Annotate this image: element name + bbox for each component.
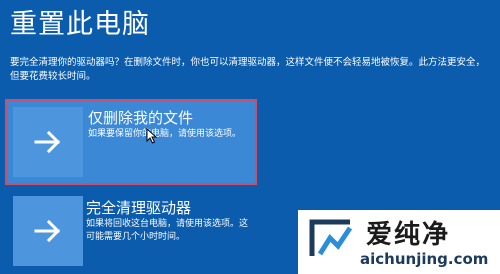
page-title: 重置此电脑 <box>10 9 150 40</box>
option-remove-files-only[interactable]: 仅删除我的文件 如果要保留你的电脑，请使用该选项。 <box>5 99 257 185</box>
option-description: 如果将回收这台电脑，请使用该选项。这可能需要几个小时时间。 <box>86 219 249 242</box>
option-tile <box>13 196 83 266</box>
watermark-name: 爱纯净 <box>366 220 451 250</box>
option-tile <box>13 107 83 177</box>
watermark: 爱纯净 aichunjing.com <box>298 210 500 274</box>
page-description: 要完全清理你的驱动器吗？在删除文件时，你也可以清理驱动器，这样文件便不会轻易地被… <box>10 57 486 82</box>
option-fully-clean-drive[interactable]: 完全清理驱动器 如果将回收这台电脑，请使用该选项。这可能需要几个小时时间。 <box>8 196 260 274</box>
option-title: 完全清理驱动器 <box>86 199 192 217</box>
arrow-right-icon <box>34 219 61 243</box>
watermark-url: aichunjing.com <box>360 250 489 268</box>
option-description: 如果要保留你的电脑，请使用该选项。 <box>88 129 242 139</box>
option-title: 仅删除我的文件 <box>88 109 194 127</box>
watermark-logo-icon <box>309 219 353 256</box>
arrow-right-icon <box>34 130 61 154</box>
mouse-pointer-icon <box>146 128 158 144</box>
